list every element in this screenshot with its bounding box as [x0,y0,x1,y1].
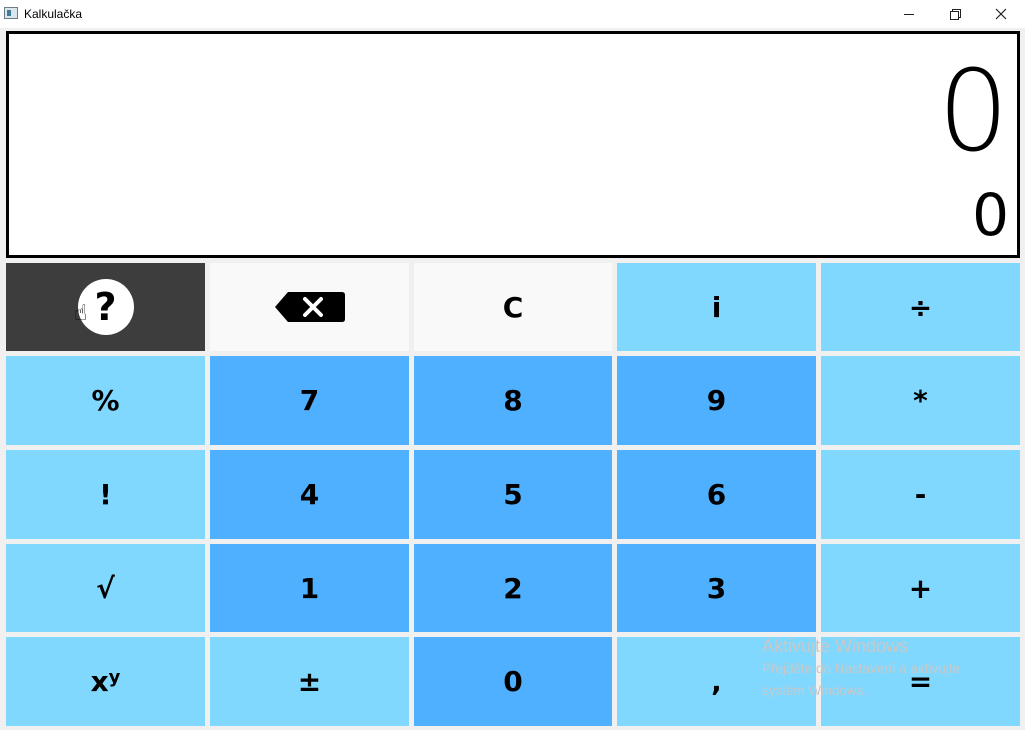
add-label: + [908,571,933,605]
one-button[interactable]: 1 [210,544,409,632]
watermark-line-2: systém Windows. [762,683,868,698]
hand-cursor-icon: ☝ [74,301,88,326]
backspace-button[interactable] [210,263,409,351]
comma-label: , [711,665,722,698]
title-bar: Kalkulačka [0,0,1025,28]
two-button[interactable]: 2 [414,544,612,632]
multiply-button[interactable]: * [821,356,1020,445]
eight-label: 8 [503,384,523,417]
close-button[interactable] [978,0,1024,28]
percent-label: % [91,384,120,417]
percent-button[interactable]: % [6,356,205,445]
two-label: 2 [503,571,523,605]
calculator-app-icon [4,7,18,19]
info-button[interactable]: i [617,263,816,351]
windows-activation-watermark: Aktivujte Windows Přejděte do Nastavení … [762,636,960,701]
display-main-value: 0 [937,47,1009,177]
seven-label: 7 [299,384,320,417]
subtract-button[interactable]: - [821,450,1020,539]
display-secondary-value: 0 [972,181,1009,249]
multiply-label: * [913,384,928,417]
zero-label: 0 [503,665,523,698]
window-title: Kalkulačka [24,7,83,21]
power-superscript: y [108,667,121,688]
watermark-line-1: Přejděte do Nastavení a aktivujte [762,661,961,676]
backspace-icon [274,292,345,322]
minimize-icon [904,13,914,15]
help-button[interactable]: ? ☝ [6,263,205,351]
five-label: 5 [503,478,523,511]
calculator-display: 0 0 [6,31,1020,258]
eight-button[interactable]: 8 [414,356,612,445]
sqrt-button[interactable]: √ [6,544,205,632]
nine-label: 9 [706,384,727,417]
info-label: i [711,290,722,324]
five-button[interactable]: 5 [414,450,612,539]
power-label: x [90,665,109,698]
seven-button[interactable]: 7 [210,356,409,445]
six-label: 6 [706,478,727,511]
nine-button[interactable]: 9 [617,356,816,445]
four-label: 4 [299,478,320,511]
divide-label: ÷ [908,290,933,324]
restore-button[interactable] [932,0,978,28]
three-label: 3 [706,571,727,605]
subtract-label: - [914,478,927,511]
clear-label: C [502,290,524,324]
watermark-title: Aktivujte Windows [762,636,909,656]
negate-label: ± [297,665,322,698]
zero-button[interactable]: 0 [414,637,612,726]
sqrt-label: √ [96,571,115,605]
power-button[interactable]: xy [6,637,205,726]
clear-button[interactable]: C [414,263,612,351]
three-button[interactable]: 3 [617,544,816,632]
negate-button[interactable]: ± [210,637,409,726]
factorial-button[interactable]: ! [6,450,205,539]
four-button[interactable]: 4 [210,450,409,539]
close-icon [995,8,1007,20]
six-button[interactable]: 6 [617,450,816,539]
add-button[interactable]: + [821,544,1020,632]
factorial-label: ! [99,478,112,511]
one-label: 1 [299,571,320,605]
minimize-button[interactable] [886,0,932,28]
help-label: ? [94,285,117,329]
restore-icon [950,9,961,20]
divide-button[interactable]: ÷ [821,263,1020,351]
